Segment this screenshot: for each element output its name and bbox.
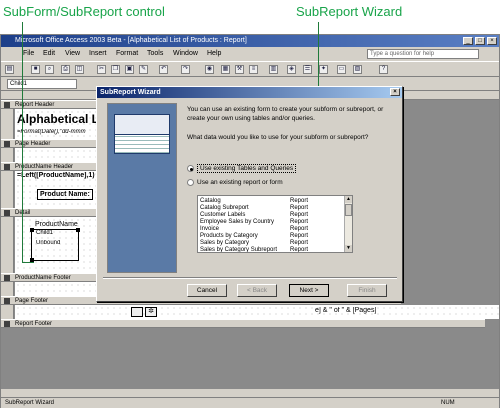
page-footer-section: ✲ e] & " of " & [Pages] [15, 305, 499, 319]
back-button[interactable]: < Back [237, 284, 277, 297]
band-selector-icon [4, 210, 10, 216]
vertical-ruler [1, 171, 14, 208]
num-lock-indicator: NUM [441, 400, 455, 406]
properties-icon[interactable]: ☰ [303, 65, 312, 74]
wizard-intro: You can use an existing form to create y… [187, 106, 384, 122]
print-icon[interactable]: ⎙ [61, 65, 70, 74]
menu-window[interactable]: Window [173, 47, 198, 61]
vertical-ruler [1, 305, 14, 319]
window-titlebar: Microsoft Office Access 2003 Beta - [Alp… [1, 35, 499, 47]
option-tables-label[interactable]: Use existing Tables and Queries [197, 164, 297, 173]
undo-icon[interactable]: ↶ [159, 65, 168, 74]
radio-existing-form[interactable] [187, 179, 194, 186]
menu-help[interactable]: Help [207, 47, 221, 61]
page-number-expression[interactable]: e] & " of " & [Pages] [315, 307, 376, 314]
wizard-close-button[interactable]: × [390, 88, 400, 96]
group-expression[interactable]: =Left([ProductName],1) [17, 172, 95, 179]
band-selector-icon [4, 141, 10, 147]
wizard-question: What data would you like to use for your… [187, 134, 369, 141]
band-selector-icon [4, 164, 10, 170]
view-icon[interactable]: ▤ [5, 65, 14, 74]
field-list-icon[interactable]: ▦ [221, 65, 230, 74]
cancel-button[interactable]: Cancel [187, 284, 227, 297]
minimize-button[interactable]: _ [463, 37, 473, 45]
vertical-ruler [1, 217, 14, 273]
vertical-ruler [1, 148, 14, 162]
menu-file[interactable]: File [23, 47, 34, 61]
band-selector-icon [4, 298, 10, 304]
print-preview-icon[interactable]: ◫ [75, 65, 84, 74]
menu-tools[interactable]: Tools [147, 47, 163, 61]
next-button[interactable]: Next > [289, 284, 329, 297]
subreport-wizard-dialog: SubReport Wizard × You can use an existi… [96, 86, 403, 302]
wizard-titlebar: SubReport Wizard × [97, 87, 402, 98]
unbound-label: Unbound [36, 240, 61, 246]
selection-handle-icon[interactable] [76, 228, 80, 232]
list-item[interactable]: Sales by Category Subreport Report [200, 246, 308, 252]
option-existing-label[interactable]: Use an existing report or form [197, 179, 283, 186]
finish-button[interactable]: Finish [347, 284, 387, 297]
help-icon[interactable]: ? [379, 65, 388, 74]
toolbox-icon[interactable]: ⚒ [235, 65, 244, 74]
save-icon[interactable]: ■ [31, 65, 40, 74]
menu-edit[interactable]: Edit [43, 47, 55, 61]
date-expression[interactable]: =Format(Date(),"dd-mmm [17, 129, 86, 135]
paste-icon[interactable]: ▣ [125, 65, 134, 74]
list-scrollbar[interactable]: ▲ ▼ [344, 196, 352, 252]
band-report-footer[interactable]: Report Footer [1, 319, 485, 328]
code-icon[interactable]: ◈ [287, 65, 296, 74]
vertical-ruler [1, 282, 14, 296]
band-selector-icon [4, 102, 10, 108]
database-window-icon[interactable]: ▭ [337, 65, 346, 74]
cut-icon[interactable]: ✂ [97, 65, 106, 74]
hyperlink-icon[interactable]: ◉ [205, 65, 214, 74]
redo-icon[interactable]: ↷ [181, 65, 190, 74]
new-object-icon[interactable]: ▧ [353, 65, 362, 74]
band-selector-icon [4, 321, 10, 327]
band-selector-icon [4, 275, 10, 281]
scroll-down-icon[interactable]: ▼ [345, 245, 352, 252]
subreport-control[interactable]: Child1 Unbound [30, 228, 80, 262]
subform-tool-icon[interactable] [131, 307, 143, 317]
button-separator [103, 277, 397, 279]
callout-subreport-wizard: SubReport Wizard [296, 4, 403, 19]
callout-line [22, 22, 23, 262]
scroll-up-icon[interactable]: ▲ [345, 196, 352, 203]
search-icon[interactable]: ⌕ [45, 65, 54, 74]
maximize-button[interactable]: □ [475, 37, 485, 45]
preview-grid-image [114, 134, 170, 154]
help-search-input[interactable]: Type a question for help [367, 49, 479, 59]
menu-insert[interactable]: Insert [89, 47, 107, 61]
object-combo[interactable]: Child1 [7, 79, 77, 89]
selector-tool-icon[interactable]: ✲ [145, 307, 157, 317]
callout-line [22, 262, 34, 263]
product-name-label[interactable]: Product Name: [37, 189, 93, 200]
callout-line [318, 22, 319, 88]
report-form-list[interactable]: Catalog Report Catalog Subreport Report Cu… [197, 195, 353, 253]
wizard-title: SubReport Wizard [100, 89, 161, 96]
subreport-label: Child1 [36, 230, 54, 236]
productname-field[interactable]: ProductName [35, 221, 78, 228]
sorting-grouping-icon[interactable]: ≡ [249, 65, 258, 74]
copy-icon[interactable]: ❐ [111, 65, 120, 74]
menu-view[interactable]: View [65, 47, 80, 61]
report-design-toolbar: ▤ ■ ⌕ ⎙ ◫ ✂ ❐ ▣ ✎ ↶ ↷ ◉ ▦ ⚒ ≡ ▥ ◈ ☰ ✦ ▭ … [1, 61, 499, 77]
radio-tables-queries[interactable] [187, 165, 194, 172]
selection-handle-icon[interactable] [30, 228, 34, 232]
build-icon[interactable]: ✦ [319, 65, 328, 74]
window-title: Microsoft Office Access 2003 Beta - [Alp… [15, 37, 247, 44]
menu-format[interactable]: Format [116, 47, 138, 61]
callout-subform-control: SubForm/SubReport control [3, 4, 165, 19]
vertical-ruler [1, 109, 14, 139]
scroll-thumb[interactable] [345, 204, 352, 216]
close-button[interactable]: × [487, 37, 497, 45]
menu-bar: File Edit View Insert Format Tools Windo… [1, 47, 499, 61]
status-text: SubReport Wizard [5, 400, 55, 406]
status-bar: SubReport Wizard NUM [1, 397, 499, 408]
autoformat-icon[interactable]: ▥ [269, 65, 278, 74]
format-painter-icon[interactable]: ✎ [139, 65, 148, 74]
wizard-body: You can use an existing form to create y… [187, 105, 397, 142]
wizard-preview-image [107, 103, 177, 273]
